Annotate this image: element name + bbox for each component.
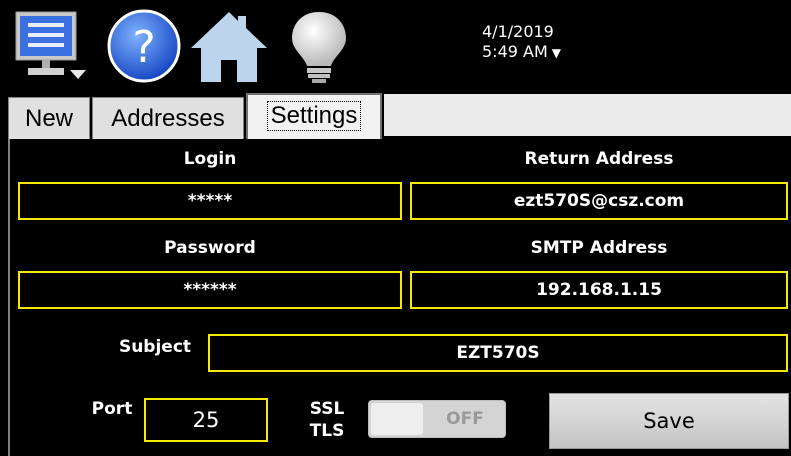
return-address-label: Return Address [524, 149, 674, 169]
subject-field[interactable]: EZT570S [208, 334, 788, 372]
smtp-address-label: SMTP Address [530, 238, 668, 258]
chevron-down-icon: ▼ [551, 46, 561, 60]
save-button[interactable]: Save [549, 393, 789, 449]
tab-new[interactable]: New [8, 97, 90, 139]
light-bulb-icon[interactable] [282, 8, 356, 84]
time-text: 5:49 AM [482, 42, 548, 61]
tab-strip-fill [384, 94, 791, 136]
subject-label: Subject [118, 337, 192, 357]
toggle-knob [371, 403, 423, 435]
password-label: Password [164, 238, 256, 258]
toggle-state-text: OFF [446, 409, 484, 429]
home-icon[interactable] [188, 8, 270, 84]
tab-settings-label: Settings [266, 101, 362, 131]
tab-settings[interactable]: Settings [246, 93, 382, 139]
return-address-field[interactable]: ezt570S@csz.com [410, 182, 788, 220]
top-bar: ? 4/1/2019 5:49 AM ▼ [0, 0, 791, 91]
date-text: 4/1/2019 [482, 22, 554, 41]
login-label: Login [183, 149, 237, 169]
login-field[interactable]: ***** [18, 182, 402, 220]
ssl-tls-toggle[interactable]: OFF [368, 400, 506, 438]
help-icon[interactable]: ? [104, 8, 184, 84]
port-field[interactable]: 25 [144, 398, 268, 442]
tab-addresses[interactable]: Addresses [92, 97, 244, 139]
ssl-label: SSL [309, 399, 345, 419]
tls-label: TLS [309, 421, 345, 441]
password-field[interactable]: ****** [18, 271, 402, 309]
smtp-address-field[interactable]: 192.168.1.15 [410, 271, 788, 309]
date-time-display[interactable]: 4/1/2019 5:49 AM ▼ [482, 22, 561, 63]
monitor-menu-icon[interactable] [14, 8, 90, 84]
port-label: Port [91, 399, 133, 419]
ssl-tls-label: SSL TLS [304, 398, 350, 442]
svg-text:?: ? [132, 22, 155, 73]
